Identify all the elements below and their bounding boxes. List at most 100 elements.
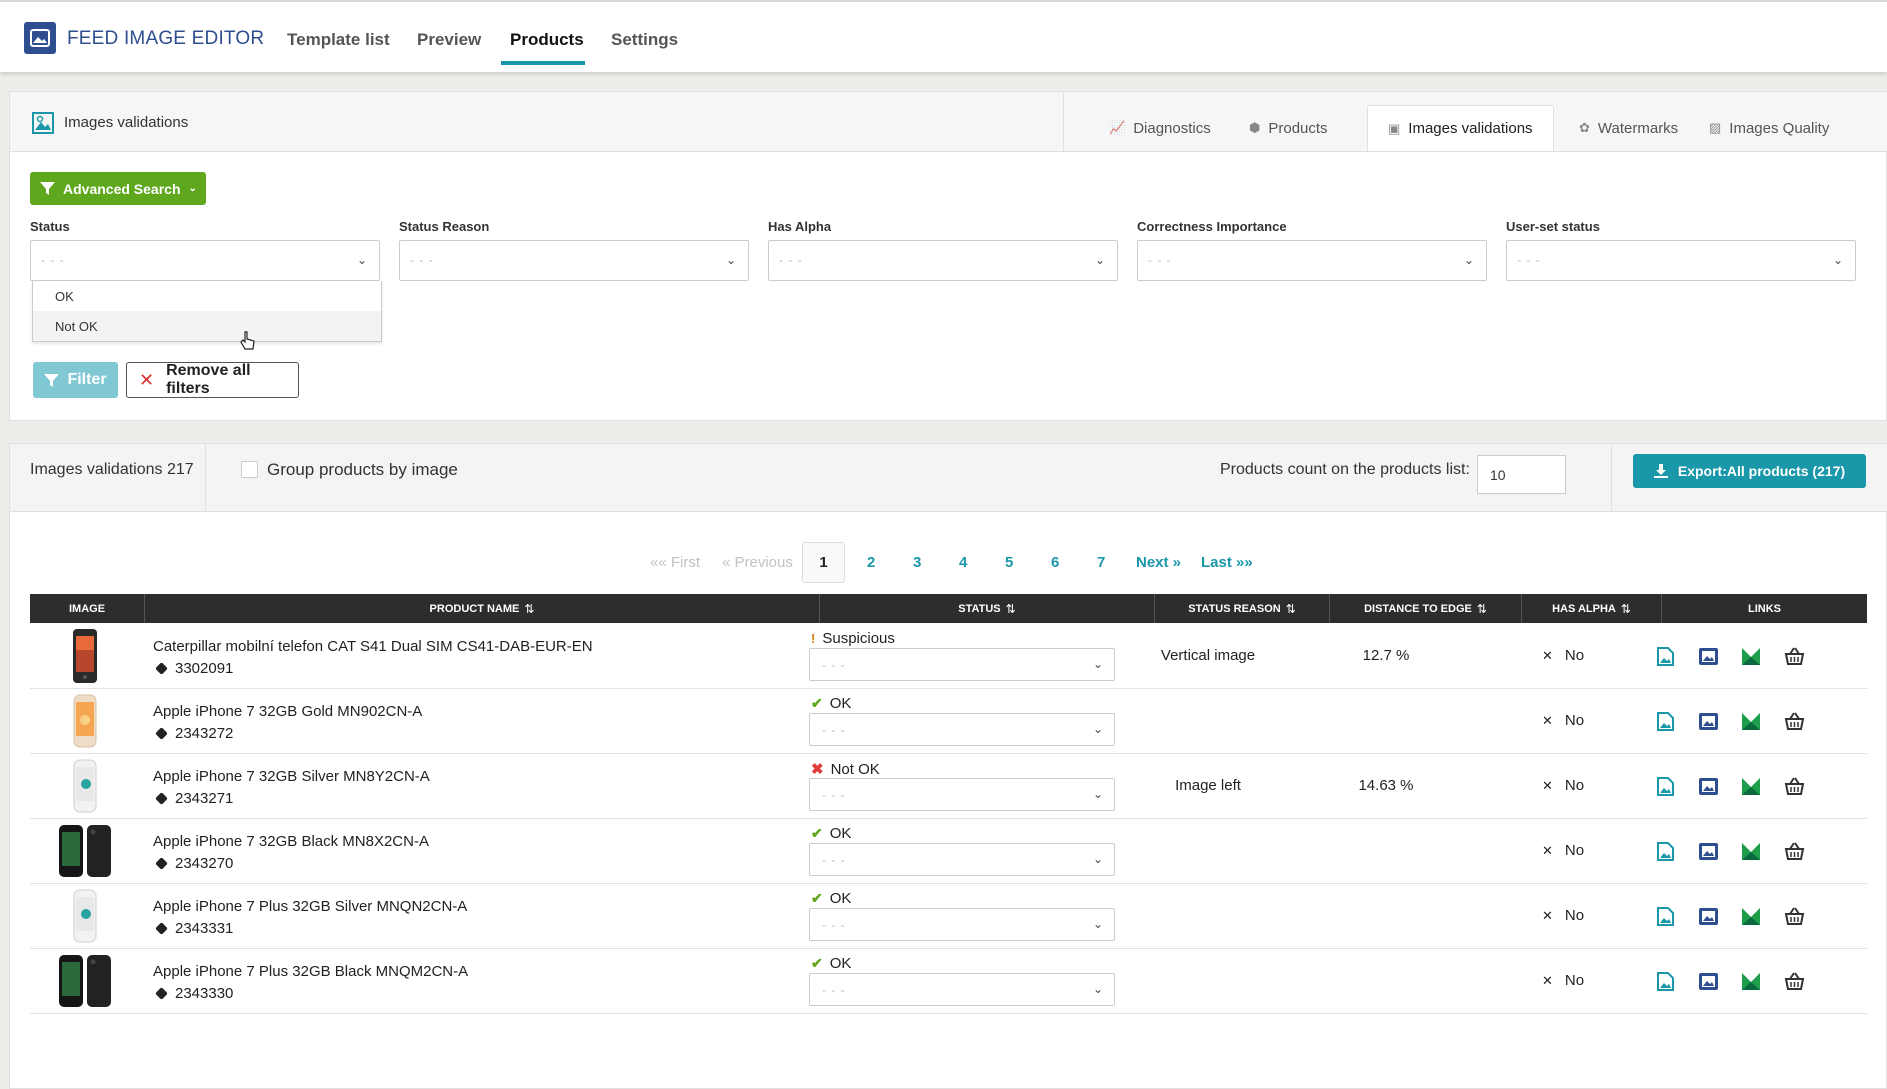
pager-page-7[interactable]: 7 <box>1097 554 1105 571</box>
preview-image-icon[interactable] <box>1698 711 1719 732</box>
pager-first[interactable]: «« First <box>650 554 700 571</box>
group-by-image-label[interactable]: Group products by image <box>267 460 458 480</box>
basket-icon[interactable] <box>1784 776 1805 797</box>
preview-image-icon[interactable] <box>1698 776 1719 797</box>
pager-page-6[interactable]: 6 <box>1051 554 1059 571</box>
dropdown-option-not-ok[interactable]: Not OK <box>33 311 381 341</box>
preview-image-icon[interactable] <box>1698 971 1719 992</box>
dropdown-option-ok[interactable]: OK <box>33 281 381 311</box>
col-product-name[interactable]: PRODUCT NAME ⇅ <box>145 594 820 623</box>
close-icon: ✕ <box>1542 777 1553 793</box>
shop-link-icon[interactable] <box>1741 841 1762 862</box>
correctness-importance-select[interactable]: - - - ⌄ <box>1137 240 1487 281</box>
status-cell: ✔ OK <box>811 890 851 907</box>
user-status-select[interactable]: - - - ⌄ <box>809 843 1115 876</box>
basket-icon[interactable] <box>1784 971 1805 992</box>
shop-link-icon[interactable] <box>1741 646 1762 667</box>
product-thumbnail[interactable] <box>55 887 115 945</box>
product-thumbnail[interactable] <box>55 692 115 750</box>
basket-icon[interactable] <box>1784 841 1805 862</box>
results-toolbar: Images validations 217 Group products by… <box>10 444 1887 512</box>
shop-link-icon[interactable] <box>1741 711 1762 732</box>
basket-icon[interactable] <box>1784 711 1805 732</box>
image-link-icon[interactable] <box>1655 971 1676 992</box>
group-by-image-checkbox[interactable] <box>241 461 258 478</box>
product-thumbnail[interactable] <box>55 952 115 1010</box>
product-thumbnail[interactable] <box>55 822 115 880</box>
has-alpha-select[interactable]: - - - ⌄ <box>768 240 1118 281</box>
tag-icon <box>155 857 168 870</box>
products-count-input[interactable]: 10 <box>1477 455 1566 494</box>
col-status-reason[interactable]: STATUS REASON ⇅ <box>1155 594 1330 623</box>
status-select[interactable]: - - - ⌄ <box>30 240 380 281</box>
subtab-watermarks[interactable]: ✿ Watermarks <box>1559 105 1698 151</box>
user-status-select[interactable]: - - - ⌄ <box>809 713 1115 746</box>
shop-link-icon[interactable] <box>1741 776 1762 797</box>
basket-icon[interactable] <box>1784 906 1805 927</box>
chevron-down-icon: ⌄ <box>356 253 367 267</box>
user-status-select[interactable]: - - - ⌄ <box>809 648 1115 681</box>
row-links <box>1655 841 1805 862</box>
section-subtabs: 📈 Diagnostics ⬢ Products ▣ Images validatio… <box>1063 92 1887 152</box>
pager-next[interactable]: Next » <box>1136 554 1181 571</box>
subtab-products[interactable]: ⬢ Products <box>1229 105 1348 151</box>
user-status-select[interactable]: - - - ⌄ <box>809 908 1115 941</box>
nav-tab-template-list[interactable]: Template list <box>287 30 390 50</box>
product-name[interactable]: Apple iPhone 7 32GB Black MN8X2CN-A <box>153 833 429 850</box>
status-text: OK <box>829 825 852 842</box>
user-set-status-select[interactable]: - - - ⌄ <box>1506 240 1856 281</box>
status-reason: Vertical image <box>1160 647 1256 664</box>
image-check-icon: ▣ <box>1388 120 1401 136</box>
select-placeholder: - - - <box>822 853 846 867</box>
shop-link-icon[interactable] <box>1741 906 1762 927</box>
filter-button[interactable]: Filter <box>33 362 118 398</box>
image-link-icon[interactable] <box>1655 841 1676 862</box>
pager-page-3[interactable]: 3 <box>913 554 921 571</box>
user-status-select[interactable]: - - - ⌄ <box>809 778 1115 811</box>
product-name[interactable]: Apple iPhone 7 32GB Gold MN902CN-A <box>153 703 422 720</box>
col-status[interactable]: STATUS ⇅ <box>820 594 1155 623</box>
table-header: IMAGE PRODUCT NAME ⇅ STATUS ⇅ STATUS REASO… <box>30 594 1867 623</box>
product-name[interactable]: Caterpillar mobilní telefon CAT S41 Dual… <box>153 638 593 655</box>
pager-previous[interactable]: « Previous <box>722 554 793 571</box>
subtab-images-validations[interactable]: ▣ Images validations <box>1367 105 1554 151</box>
export-button[interactable]: Export:All products (217) <box>1633 454 1866 488</box>
subtab-diagnostics[interactable]: 📈 Diagnostics <box>1089 105 1231 151</box>
pager-page-5[interactable]: 5 <box>1005 554 1013 571</box>
col-label: STATUS <box>958 602 1001 615</box>
nav-tab-preview[interactable]: Preview <box>417 30 481 50</box>
col-has-alpha[interactable]: HAS ALPHA ⇅ <box>1522 594 1662 623</box>
shop-link-icon[interactable] <box>1741 971 1762 992</box>
col-links: LINKS <box>1662 594 1867 623</box>
image-link-icon[interactable] <box>1655 776 1676 797</box>
advanced-search-button[interactable]: Advanced Search ⌄ <box>30 172 206 205</box>
products-count-label: Products count on the products list: <box>1220 461 1470 478</box>
product-thumbnail[interactable] <box>55 627 115 685</box>
nav-tab-products[interactable]: Products <box>510 30 584 50</box>
pager-page-2[interactable]: 2 <box>867 554 875 571</box>
image-link-icon[interactable] <box>1655 906 1676 927</box>
col-distance-to-edge[interactable]: DISTANCE TO EDGE ⇅ <box>1330 594 1522 623</box>
preview-image-icon[interactable] <box>1698 906 1719 927</box>
image-link-icon[interactable] <box>1655 711 1676 732</box>
image-validation-icon <box>32 112 54 139</box>
remove-all-filters-button[interactable]: ✕ Remove all filters <box>126 362 299 398</box>
image-link-icon[interactable] <box>1655 646 1676 667</box>
filter-icon <box>40 182 55 195</box>
box-icon: ⬢ <box>1249 120 1261 135</box>
user-status-select[interactable]: - - - ⌄ <box>809 973 1115 1006</box>
pager-page-4[interactable]: 4 <box>959 554 967 571</box>
preview-image-icon[interactable] <box>1698 646 1719 667</box>
status-reason-select[interactable]: - - - ⌄ <box>399 240 749 281</box>
select-placeholder: - - - <box>1148 253 1172 267</box>
subtab-images-quality[interactable]: ▨ Images Quality <box>1689 105 1849 151</box>
basket-icon[interactable] <box>1784 646 1805 667</box>
product-name[interactable]: Apple iPhone 7 Plus 32GB Silver MNQN2CN-… <box>153 898 467 915</box>
pager-page-current[interactable]: 1 <box>802 542 845 583</box>
product-name[interactable]: Apple iPhone 7 Plus 32GB Black MNQM2CN-A <box>153 963 468 980</box>
product-thumbnail[interactable] <box>55 757 115 815</box>
preview-image-icon[interactable] <box>1698 841 1719 862</box>
pager-last[interactable]: Last »» <box>1201 554 1253 571</box>
nav-tab-settings[interactable]: Settings <box>611 30 678 50</box>
product-name[interactable]: Apple iPhone 7 32GB Silver MN8Y2CN-A <box>153 768 430 785</box>
